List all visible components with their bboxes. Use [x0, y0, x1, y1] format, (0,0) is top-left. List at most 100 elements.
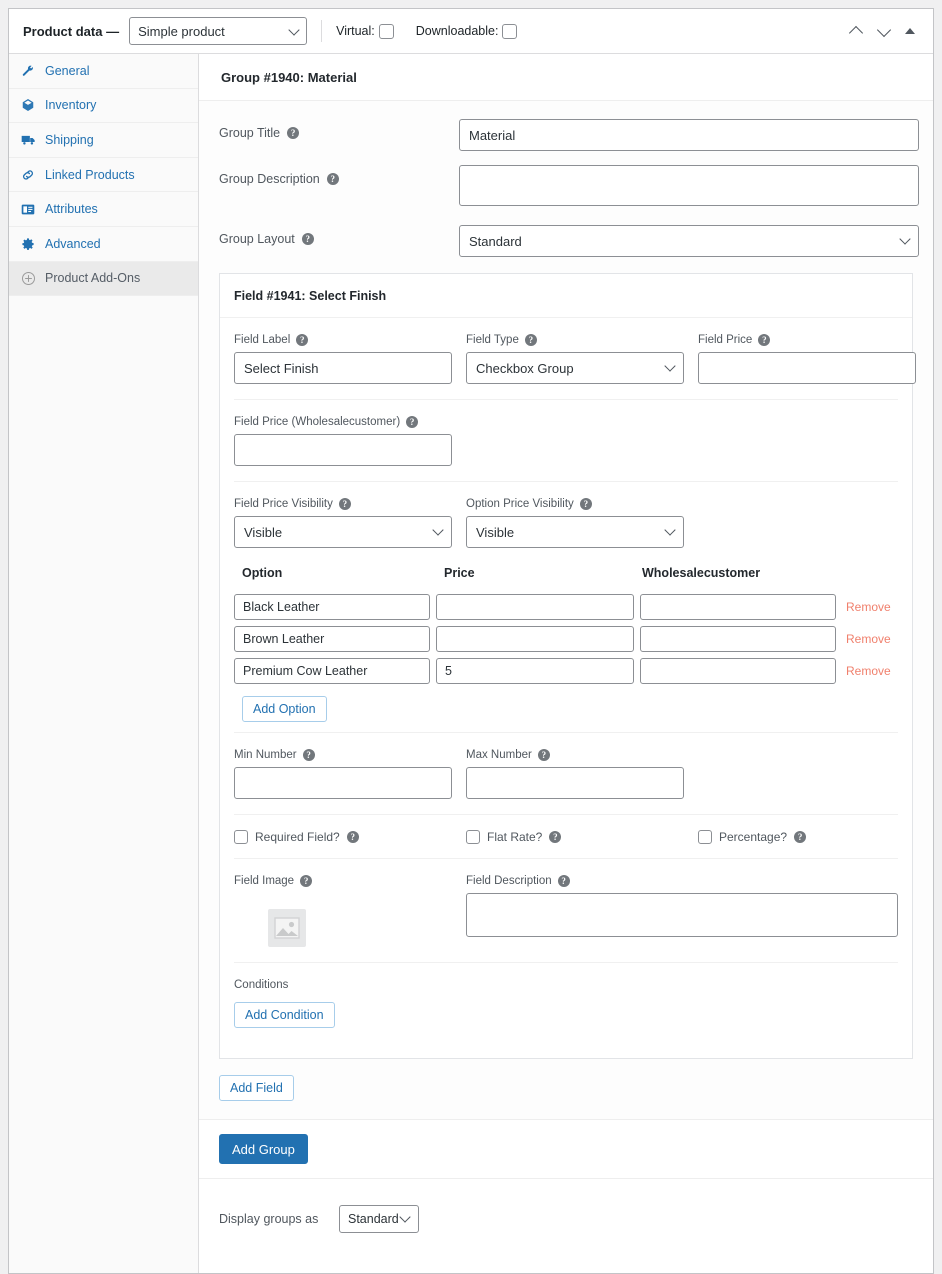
sidebar-item-linked-products[interactable]: Linked Products [9, 158, 198, 193]
product-type-select[interactable]: Simple product [129, 17, 307, 45]
move-up-icon[interactable] [849, 24, 863, 38]
field-image-placeholder[interactable] [268, 909, 306, 947]
sidebar-item-general[interactable]: General [9, 54, 198, 89]
max-number-input[interactable] [466, 767, 684, 799]
field-price-label: Field Price [698, 334, 752, 346]
field-type-select[interactable]: Checkbox Group [466, 352, 684, 384]
virtual-checkbox[interactable] [379, 24, 394, 39]
help-icon[interactable]: ? [296, 334, 308, 346]
sidebar-item-attributes[interactable]: Attributes [9, 192, 198, 227]
help-icon[interactable]: ? [538, 749, 550, 761]
field-label-input[interactable] [234, 352, 452, 384]
option-wholesale-input[interactable] [640, 594, 836, 620]
help-icon[interactable]: ? [758, 334, 770, 346]
add-field-button[interactable]: Add Field [219, 1075, 294, 1101]
sidebar-item-product-add-ons[interactable]: Product Add-Ons [9, 262, 198, 297]
product-data-postbox: Product data — Simple product Virtual: D… [8, 8, 934, 1274]
field-label-type-price-row: Field Label ? Field Type ? [234, 318, 898, 400]
flat-rate-checkbox-wrap[interactable]: Flat Rate? ? [466, 830, 698, 844]
sidebar-item-inventory[interactable]: Inventory [9, 89, 198, 124]
toggle-panel-icon[interactable] [905, 28, 915, 34]
help-icon[interactable]: ? [339, 498, 351, 510]
option-name-input[interactable] [234, 594, 430, 620]
field-price-input[interactable] [698, 352, 916, 384]
required-field-checkbox[interactable] [234, 830, 248, 844]
remove-option-link[interactable]: Remove [846, 600, 891, 614]
move-down-icon[interactable] [877, 24, 891, 38]
help-icon[interactable]: ? [300, 875, 312, 887]
sidebar-item-label: Advanced [45, 237, 101, 251]
field-description-textarea[interactable] [466, 893, 898, 937]
help-icon[interactable]: ? [558, 875, 570, 887]
field-price-wholesale-input[interactable] [234, 434, 452, 466]
group-description-textarea[interactable] [459, 165, 919, 206]
field-price-visibility-col: Field Price Visibility ? Visible [234, 498, 452, 548]
help-icon[interactable]: ? [303, 749, 315, 761]
panel-handle-actions [849, 24, 921, 38]
option-price-cell [436, 594, 634, 620]
help-icon[interactable]: ? [794, 831, 806, 843]
add-option-button[interactable]: Add Option [242, 696, 327, 722]
help-icon[interactable]: ? [347, 831, 359, 843]
required-field-label: Required Field? [255, 830, 340, 844]
option-price-input[interactable] [436, 594, 634, 620]
option-price-input[interactable] [436, 626, 634, 652]
min-number-input[interactable] [234, 767, 452, 799]
remove-option-link[interactable]: Remove [846, 632, 891, 646]
column-header-price: Price [436, 566, 638, 580]
downloadable-label: Downloadable: [416, 24, 499, 38]
chevron-down-icon [288, 24, 299, 35]
downloadable-checkbox[interactable] [502, 24, 517, 39]
option-price-visibility-select[interactable]: Visible [466, 516, 684, 548]
truck-icon [20, 132, 36, 148]
help-icon[interactable]: ? [327, 173, 339, 185]
option-wholesale-input[interactable] [640, 626, 836, 652]
group-description-label-wrap: Group Description ? [219, 165, 459, 186]
downloadable-checkbox-field[interactable]: Downloadable: [416, 24, 518, 39]
field-label-label-wrap: Field Label ? [234, 334, 452, 346]
help-icon[interactable]: ? [287, 127, 299, 139]
group-layout-row: Group Layout ? Standard [219, 225, 913, 257]
option-wholesale-input[interactable] [640, 658, 836, 684]
help-icon[interactable]: ? [549, 831, 561, 843]
display-groups-select[interactable]: Standard [339, 1205, 419, 1233]
field-price-wholesale-label-wrap: Field Price (Wholesalecustomer) ? [234, 416, 452, 428]
flat-rate-checkbox[interactable] [466, 830, 480, 844]
required-field-checkbox-wrap[interactable]: Required Field? ? [234, 830, 466, 844]
help-icon[interactable]: ? [302, 233, 314, 245]
option-price-visibility-label: Option Price Visibility [466, 498, 574, 510]
group-layout-select[interactable]: Standard [459, 225, 919, 257]
column-header-wholesalecustomer: Wholesalecustomer [638, 566, 840, 580]
image-placeholder-icon [274, 917, 300, 939]
sidebar-item-advanced[interactable]: Advanced [9, 227, 198, 262]
add-condition-button[interactable]: Add Condition [234, 1002, 335, 1028]
link-icon [20, 167, 36, 183]
page-root: Product data — Simple product Virtual: D… [0, 0, 942, 1200]
group-heading: Group #1940: Material [199, 54, 933, 101]
group-layout-value: Standard [469, 234, 522, 249]
field-image-description-row: Field Image ? [234, 859, 898, 963]
virtual-checkbox-field[interactable]: Virtual: [336, 24, 394, 39]
option-name-input[interactable] [234, 658, 430, 684]
group-title-input[interactable] [459, 119, 919, 151]
option-price-input[interactable] [436, 658, 634, 684]
remove-option-link[interactable]: Remove [846, 664, 891, 678]
conditions-section: Conditions Add Condition [234, 963, 898, 1058]
percentage-checkbox[interactable] [698, 830, 712, 844]
add-group-button[interactable]: Add Group [219, 1134, 308, 1164]
field-description-label-wrap: Field Description ? [466, 875, 898, 887]
header-divider [321, 20, 322, 42]
help-icon[interactable]: ? [525, 334, 537, 346]
sidebar-item-shipping[interactable]: Shipping [9, 123, 198, 158]
field-image-col: Field Image ? [234, 875, 452, 947]
help-icon[interactable]: ? [406, 416, 418, 428]
percentage-checkbox-wrap[interactable]: Percentage? ? [698, 830, 806, 844]
options-table-header: Option Price Wholesalecustomer [234, 566, 898, 594]
help-icon[interactable]: ? [580, 498, 592, 510]
field-price-visibility-select[interactable]: Visible [234, 516, 452, 548]
option-name-cell [234, 594, 430, 620]
option-name-input[interactable] [234, 626, 430, 652]
field-price-visibility-label-wrap: Field Price Visibility ? [234, 498, 452, 510]
plus-circle-icon [20, 270, 36, 286]
field-price-visibility-label: Field Price Visibility [234, 498, 333, 510]
